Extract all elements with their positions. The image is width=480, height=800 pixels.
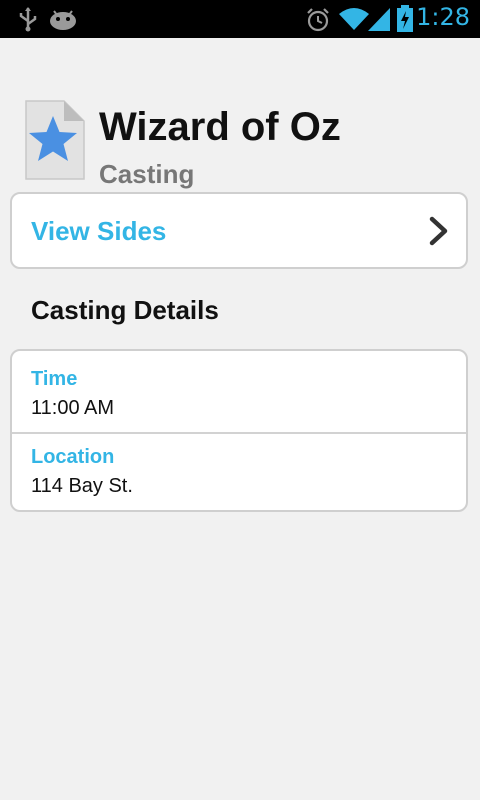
list-item-time[interactable]: Time 11:00 AM (12, 351, 466, 432)
view-sides-button[interactable]: View Sides (10, 192, 468, 269)
battery-charging-icon (397, 5, 413, 32)
chevron-right-icon (429, 216, 448, 246)
signal-icon (368, 8, 390, 31)
status-time: 1:28 (416, 3, 470, 31)
view-sides-label: View Sides (31, 216, 167, 246)
wifi-icon (339, 8, 369, 30)
section-title: Casting Details (31, 295, 219, 325)
status-bar: 1:28 (0, 0, 480, 38)
page-subtitle: Casting (99, 159, 195, 189)
page-title: Wizard of Oz (99, 105, 341, 149)
casting-details-list: Time 11:00 AM Location 114 Bay St. (10, 349, 468, 512)
location-label: Location (31, 446, 115, 468)
list-item-location[interactable]: Location 114 Bay St. (12, 432, 466, 514)
android-debug-icon (50, 10, 76, 30)
usb-icon (19, 7, 37, 32)
time-value: 11:00 AM (31, 397, 115, 419)
star-document-icon (25, 100, 85, 180)
alarm-icon (307, 8, 329, 32)
time-label: Time (31, 368, 78, 390)
location-value: 114 Bay St. (31, 475, 133, 497)
